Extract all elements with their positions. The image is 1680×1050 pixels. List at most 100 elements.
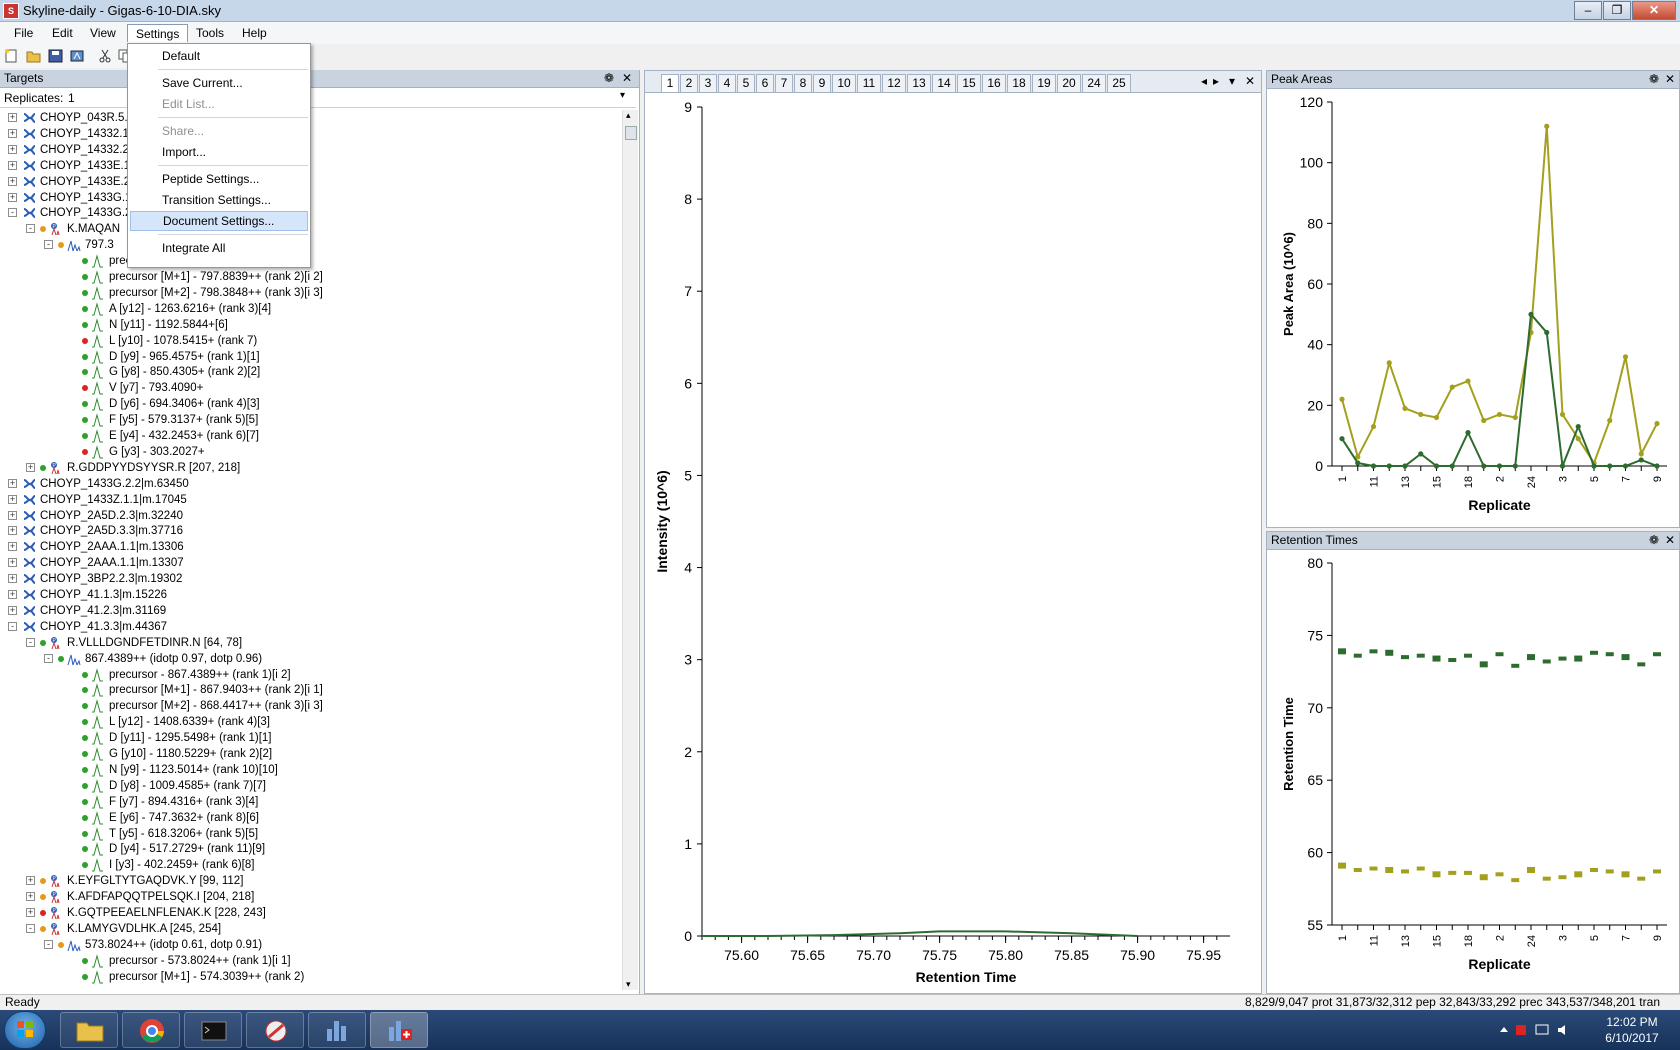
pin-icon[interactable]: ❁ — [604, 70, 614, 87]
tab-replicate-6[interactable]: 6 — [756, 74, 774, 92]
expand-icon[interactable]: + — [8, 590, 17, 599]
tab-replicate-4[interactable]: 4 — [718, 74, 736, 92]
expand-icon[interactable]: + — [8, 144, 17, 154]
tab-replicate-2[interactable]: 2 — [680, 74, 698, 92]
tab-replicate-3[interactable]: 3 — [699, 74, 717, 92]
collapse-icon[interactable]: - — [44, 240, 53, 250]
collapse-icon[interactable]: - — [8, 621, 17, 631]
collapse-icon[interactable]: - — [26, 637, 35, 647]
collapse-icon[interactable]: - — [44, 939, 53, 949]
collapse-icon[interactable]: - — [26, 923, 35, 933]
retention-times-chart[interactable]: 5560657075801 11 13 15 18 2 24 3 5 7 9ReplicateRet… — [1267, 551, 1679, 993]
pin-icon[interactable]: ❁ — [1649, 532, 1659, 549]
scroll-up-icon[interactable]: ▴ — [626, 110, 631, 121]
taskbar-explorer[interactable] — [60, 1012, 118, 1048]
start-button[interactable] — [4, 1011, 46, 1049]
expand-icon[interactable]: + — [8, 526, 17, 536]
menu-edit[interactable]: Edit — [44, 24, 81, 42]
close-panel-icon[interactable]: ✕ — [1665, 71, 1675, 88]
menu-item-import[interactable]: Import... — [130, 142, 308, 162]
taskbar-skyline[interactable] — [308, 1012, 366, 1048]
menu-file[interactable]: File — [6, 24, 41, 42]
tab-scroll-left-icon[interactable]: ◂ — [1201, 74, 1207, 88]
expand-icon[interactable]: + — [8, 558, 17, 568]
menu-item-save-current[interactable]: Save Current... — [130, 73, 308, 93]
menu-item-transition-settings[interactable]: Transition Settings... — [130, 190, 308, 210]
expand-icon[interactable]: + — [8, 574, 17, 584]
expand-icon[interactable]: + — [8, 605, 17, 615]
skyline-app-icon[interactable]: S — [3, 3, 19, 19]
menu-item-document-settings[interactable]: Document Settings... — [130, 211, 308, 231]
expand-icon[interactable]: + — [26, 876, 35, 886]
scrollbar-thumb[interactable] — [625, 126, 637, 140]
expand-icon[interactable]: + — [8, 494, 17, 504]
expand-icon[interactable]: + — [8, 160, 17, 170]
tab-replicate-11[interactable]: 11 — [857, 74, 881, 92]
taskbar-cmd[interactable] — [184, 1012, 242, 1048]
tab-replicate-1[interactable]: 1 — [661, 74, 679, 92]
new-document-icon[interactable] — [4, 49, 19, 63]
pin-icon[interactable]: ❁ — [1649, 71, 1659, 88]
tab-replicate-7[interactable]: 7 — [775, 74, 793, 92]
menu-settings[interactable]: Settings — [127, 24, 189, 42]
tab-replicate-14[interactable]: 14 — [932, 74, 956, 92]
close-button[interactable]: ✕ — [1632, 1, 1676, 20]
peak-areas-chart[interactable]: 0204060801001201 11 13 15 18 2 24 3 5 7 9Replicate… — [1267, 90, 1679, 527]
collapse-icon[interactable]: - — [44, 653, 53, 663]
tab-replicate-18[interactable]: 18 — [1007, 74, 1031, 92]
expand-icon[interactable]: + — [8, 128, 17, 138]
expand-icon[interactable]: + — [26, 908, 35, 917]
tab-replicate-9[interactable]: 9 — [813, 74, 831, 92]
scroll-down-icon[interactable]: ▾ — [626, 979, 631, 990]
menu-item-default[interactable]: Default — [130, 46, 308, 66]
expand-icon[interactable]: + — [26, 892, 35, 902]
expand-icon[interactable]: + — [8, 542, 17, 552]
chevron-down-icon[interactable]: ▾ — [620, 90, 625, 101]
chromatogram-chart[interactable]: 0 1 2 3 4 5 6 7 8 9 75.60 75.65 75.70 75.75 75.80 75.85… — [645, 93, 1261, 993]
tab-replicate-12[interactable]: 12 — [882, 74, 906, 92]
tab-replicate-16[interactable]: 16 — [982, 74, 1006, 92]
taskbar-chrome[interactable] — [122, 1012, 180, 1048]
tab-replicate-10[interactable]: 10 — [832, 74, 856, 92]
data-point — [1574, 655, 1583, 662]
tab-scroll-right-icon[interactable]: ▸ — [1213, 74, 1219, 88]
menu-view[interactable]: View — [82, 24, 124, 42]
tab-replicate-24[interactable]: 24 — [1082, 74, 1106, 92]
targets-scrollbar[interactable]: ▴ ▾ — [622, 110, 638, 990]
expand-icon[interactable]: + — [8, 192, 17, 202]
close-panel-icon[interactable]: ✕ — [622, 70, 632, 87]
menu-item-peptide-settings[interactable]: Peptide Settings... — [130, 169, 308, 189]
tab-replicate-20[interactable]: 20 — [1057, 74, 1081, 92]
taskbar-skyline-daily[interactable] — [370, 1012, 428, 1048]
tab-replicate-19[interactable]: 19 — [1032, 74, 1056, 92]
expand-icon[interactable]: + — [8, 510, 17, 520]
x-tick-label: 9 — [1652, 476, 1664, 482]
expand-icon[interactable]: + — [8, 176, 17, 186]
expand-icon[interactable]: + — [26, 462, 35, 472]
expand-icon[interactable]: + — [8, 478, 17, 488]
tab-replicate-15[interactable]: 15 — [957, 74, 981, 92]
cut-icon[interactable] — [98, 49, 113, 63]
clock[interactable]: 12:02 PM 6/10/2017 — [1592, 1014, 1672, 1046]
maximize-button[interactable]: ❐ — [1603, 1, 1631, 20]
tab-list-dropdown-icon[interactable]: ▾ — [1229, 74, 1235, 88]
tab-replicate-5[interactable]: 5 — [737, 74, 755, 92]
import-results-icon[interactable] — [70, 49, 85, 63]
save-icon[interactable] — [48, 49, 63, 63]
minimize-button[interactable]: – — [1574, 1, 1602, 20]
open-folder-icon[interactable] — [26, 49, 41, 63]
expand-icon[interactable]: + — [8, 113, 17, 122]
collapse-icon[interactable]: - — [8, 208, 17, 218]
tab-replicate-13[interactable]: 13 — [907, 74, 931, 92]
system-tray-icons[interactable] — [1496, 1022, 1586, 1038]
close-panel-icon[interactable]: ✕ — [1665, 532, 1675, 549]
replicates-value[interactable]: 1 — [68, 91, 75, 105]
taskbar-paint[interactable] — [246, 1012, 304, 1048]
menu-item-integrate-all[interactable]: Integrate All — [130, 238, 308, 258]
menu-tools[interactable]: Tools — [188, 24, 232, 42]
collapse-icon[interactable]: - — [26, 224, 35, 234]
tab-replicate-8[interactable]: 8 — [794, 74, 812, 92]
close-graph-icon[interactable]: ✕ — [1245, 74, 1255, 88]
tab-replicate-25[interactable]: 25 — [1107, 74, 1131, 92]
menu-help[interactable]: Help — [234, 24, 275, 42]
